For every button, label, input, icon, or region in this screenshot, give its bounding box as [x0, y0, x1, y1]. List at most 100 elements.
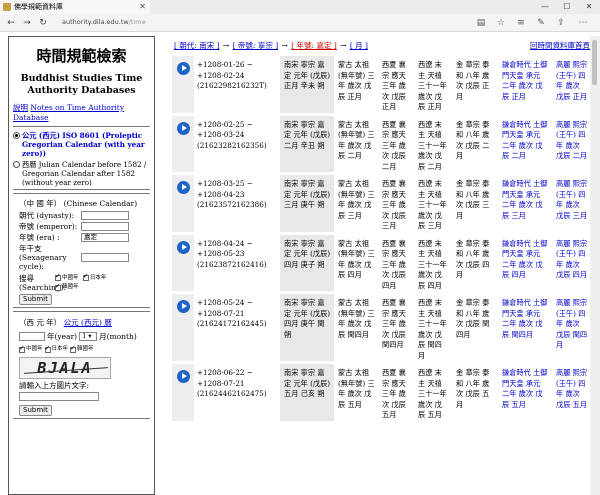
crumb-emperor[interactable]: [ 帝號: 寧宗 ]: [233, 41, 279, 50]
korea-cell[interactable]: 高麗 熙宗 (王午) 四年 歲次 戊辰 五月: [552, 364, 590, 421]
more-menu-icon[interactable]: ⋯: [576, 17, 590, 29]
maximize-button[interactable]: ☐: [556, 0, 578, 14]
era-row: 年號 (era) : 嘉定: [13, 233, 150, 242]
search-scope-row: 搜尋 (Searching): 中國年 日本年 韓國年: [13, 272, 150, 292]
western-check-japan-label: 日本年: [51, 346, 69, 352]
forward-arrow-icon[interactable]: →: [20, 17, 34, 29]
play-cell: [172, 175, 194, 232]
western-liao-cell: 西遼 末主 天禧 三十一年 歲次 戊辰 正月: [418, 60, 447, 111]
japan-cell[interactable]: 鎌倉時代 土御門天皇 承元 二年 歲次 戊辰 四月: [498, 235, 552, 292]
crumb-dynasty[interactable]: [ 朝代: 南宋 ]: [174, 41, 220, 50]
date-cell: +1208-02-25 ~ +1208-03-24 (2162328216235…: [197, 119, 267, 150]
western-check-korea-label: 韓國年: [77, 346, 94, 352]
mongol-cell: 蒙古 太祖 (無年號) 三年 歲次 戊辰 五月: [338, 368, 375, 409]
radio-gregorian[interactable]: [13, 132, 20, 139]
crumb-era[interactable]: [ 年號: 嘉定 ]: [291, 41, 337, 50]
address-bar-row: ← → ↻ authority.dila.edu.tw/time ▤ ☆ ≡ ✎…: [0, 14, 600, 32]
western-liao-cell: 西遼 末主 天禧 三十一年 歲次 戊辰 閏四月: [418, 298, 447, 360]
panel-title: 時間規範檢索: [36, 47, 127, 65]
western-check-china[interactable]: [19, 344, 25, 353]
dynasty-input[interactable]: [81, 211, 129, 220]
submit-row-1: Submit: [13, 294, 150, 305]
favorite-star-icon[interactable]: ☆: [494, 17, 508, 29]
date-cell: +1208-05-24 ~ +1208-07-21 (2162417216244…: [197, 298, 267, 328]
jin-cell: 金 章宗 泰和 八年 歲次 戊辰 四月: [456, 238, 490, 280]
favorites-list-icon[interactable]: ≡: [514, 17, 528, 29]
check-japan-year[interactable]: [82, 272, 89, 281]
year-input[interactable]: [19, 332, 45, 341]
western-xia-cell: 西夏 襄宗 應天 三年 歲次 戊辰 五月: [382, 368, 406, 419]
back-arrow-icon[interactable]: ←: [4, 17, 18, 29]
check-china-year[interactable]: [55, 272, 61, 281]
crumb-arrow: →: [281, 41, 288, 50]
western-liao-cell: 西遼 末主 天禧 三十一年 歲次 戊辰 四月: [418, 238, 447, 290]
submit-chinese-button[interactable]: Submit: [19, 294, 52, 305]
reload-icon[interactable]: ↻: [36, 17, 50, 29]
notes-link[interactable]: Notes on Time Authority Database: [13, 103, 124, 122]
home-link[interactable]: 回時間資料庫首頁: [530, 40, 590, 51]
japan-cell[interactable]: 鎌倉時代 土御門天皇 承元 二年 歲次 戊辰 閏四月: [498, 294, 552, 361]
korea-cell[interactable]: 高麗 熙宗 (王午) 四年 歲次 戊辰 三月: [552, 175, 590, 232]
notes-line: 說明 Notes on Time Authority Database: [9, 102, 154, 122]
japan-cell[interactable]: 鎌倉時代 土御門天皇 承元 二年 歲次 戊辰 正月: [498, 56, 552, 113]
era-input[interactable]: 嘉定: [81, 233, 129, 242]
search-scope-checks: 中國年 日本年 韓國年: [55, 272, 108, 292]
results-table: +1208-01-26 ~ +1208-02-24 (2162298216232…: [172, 56, 590, 424]
close-window-button[interactable]: ✕: [578, 0, 600, 14]
calendar-option-julian[interactable]: 西曆 Julian Calendar before 1582 / Gregori…: [13, 160, 150, 187]
minimize-button[interactable]: —: [534, 0, 556, 14]
dynasty-row: 朝代 (dynasty):: [13, 211, 150, 220]
url-field[interactable]: authority.dila.edu.tw/time: [62, 18, 146, 26]
check-korea-year[interactable]: [55, 282, 61, 291]
western-xia-cell: 西夏 襄宗 應天 三年 歲次 戊辰 正月: [382, 60, 406, 111]
notes-prefix-link[interactable]: 說明: [13, 103, 28, 112]
play-icon[interactable]: [176, 121, 190, 135]
reader-view-icon[interactable]: ▤: [474, 17, 488, 29]
mongol-cell: 蒙古 太祖 (無年號) 三年 歲次 戊辰 四月: [338, 238, 375, 280]
cycle-input[interactable]: [81, 253, 129, 262]
tab-bar: 佛學規範資料庫 ✕ — ☐ ✕: [0, 0, 600, 14]
japan-cell[interactable]: 鎌倉時代 土御門天皇 承元 二年 歲次 戊辰 二月: [498, 116, 552, 173]
submit-western-button[interactable]: Submit: [19, 405, 52, 416]
japan-cell[interactable]: 鎌倉時代 土御門天皇 承元 二年 歲次 戊辰 三月: [498, 175, 552, 232]
crumb-arrow: →: [340, 41, 347, 50]
share-icon[interactable]: ⇪: [554, 17, 568, 29]
browser-tab[interactable]: 佛學規範資料庫 ✕: [0, 0, 150, 14]
western-calendar-form: （西 元 年） 公元 (西元) 曆 年(year) 1 ▾ 月(month) 中…: [13, 311, 150, 419]
window-controls: — ☐ ✕: [534, 0, 600, 14]
jin-cell: 金 章宗 泰和 八年 歲次 戊辰 五月: [456, 368, 490, 409]
breadcrumb: [ 朝代: 南宋 ] → [ 帝號: 寧宗 ] → [ 年號: 嘉定 ] → […: [174, 40, 368, 51]
notes-pen-icon[interactable]: ✎: [534, 17, 548, 29]
korea-cell[interactable]: 高麗 熙宗 (王午) 四年 歲次 戊辰 二月: [552, 116, 590, 173]
western-calendar-link[interactable]: 公元 (西元) 曆: [64, 318, 112, 327]
month-select[interactable]: 1 ▾: [79, 332, 98, 341]
southern-song-cell: 南宋 寧宗 嘉定 元年 (戊辰) 三月 庚午 朔: [280, 175, 334, 232]
western-xia-cell: 西夏 襄宗 應天 三年 歲次 戊辰 三月: [382, 179, 406, 230]
radio-julian[interactable]: [13, 161, 20, 168]
play-icon[interactable]: [176, 300, 190, 313]
year-month-row: 年(year) 1 ▾ 月(month): [13, 332, 150, 341]
korea-cell[interactable]: 高麗 熙宗 (王午) 四年 歲次 戊辰 四月: [552, 235, 590, 292]
scrollbar-thumb[interactable]: [592, 40, 597, 85]
url-path: /time: [128, 18, 146, 26]
captcha-image: BJALA: [19, 357, 111, 379]
southern-song-cell: 南宋 寧宗 嘉定 元年 (戊辰) 四月 庚午 閏 朔: [280, 294, 334, 361]
calendar-option-gregorian[interactable]: 公元 (西元) ISO 8601 (Proleptic Gregorian Ca…: [13, 131, 150, 158]
western-check-korea[interactable]: [70, 344, 77, 353]
play-icon[interactable]: [176, 62, 190, 75]
tab-close-icon[interactable]: ✕: [139, 0, 146, 14]
results-area: [ 朝代: 南宋 ] → [ 帝號: 寧宗 ] → [ 年號: 嘉定 ] → […: [170, 36, 590, 495]
play-icon[interactable]: [176, 370, 190, 383]
cycle-row: 年干支 (Sexagenary cycle):: [13, 244, 150, 271]
korea-cell[interactable]: 高麗 熙宗 (王午) 四年 歲次 戊辰 閏四月: [552, 294, 590, 361]
korea-cell[interactable]: 高麗 熙宗 (王午) 四年 歲次 戊辰 正月: [552, 56, 590, 113]
play-icon[interactable]: [176, 181, 190, 194]
play-icon[interactable]: [176, 240, 190, 254]
western-check-japan[interactable]: [44, 344, 51, 353]
japan-cell[interactable]: 鎌倉時代 土御門天皇 承元 二年 歲次 戊辰 五月: [498, 364, 552, 421]
page-scrollbar[interactable]: [590, 36, 600, 495]
crumb-month[interactable]: [ 月 ]: [350, 41, 368, 50]
emperor-input[interactable]: [81, 222, 129, 231]
crumb-arrow: →: [222, 41, 230, 50]
captcha-input[interactable]: [19, 392, 99, 401]
